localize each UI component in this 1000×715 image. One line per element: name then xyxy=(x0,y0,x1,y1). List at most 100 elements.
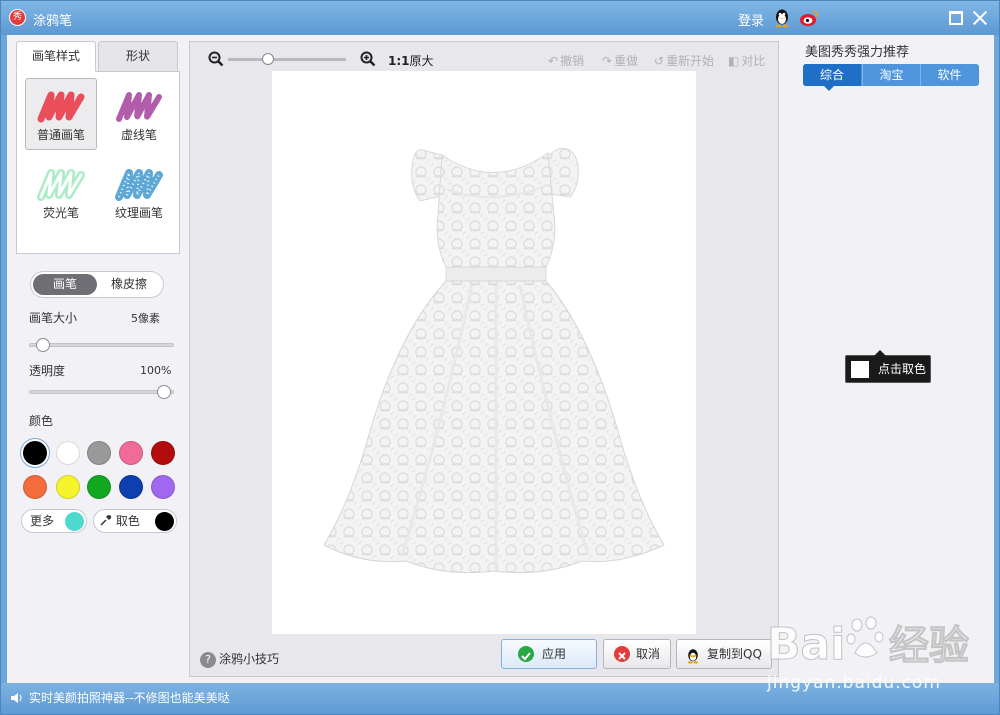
tab-general[interactable]: 综合 xyxy=(803,64,861,91)
brush-size-slider[interactable] xyxy=(29,338,174,352)
more-colors-label: 更多 xyxy=(30,514,55,528)
login-link[interactable]: 登录 xyxy=(738,10,764,29)
svg-text:Bai: Bai xyxy=(767,619,845,670)
pick-color-tooltip: 点击取色 xyxy=(845,350,931,383)
color-swatch-gray[interactable] xyxy=(87,441,111,465)
brush-size-value: 5像素 xyxy=(131,312,160,325)
dashed-brush-icon xyxy=(116,92,162,122)
apply-button[interactable]: 应用 xyxy=(501,639,597,669)
opacity-label: 透明度 xyxy=(29,364,66,378)
undo-icon: ↶ xyxy=(548,54,559,68)
color-swatch-purple[interactable] xyxy=(151,475,175,499)
compare-icon: ◧ xyxy=(728,54,740,68)
qq-icon xyxy=(685,646,701,664)
close-icon[interactable] xyxy=(973,11,987,25)
brush-dashed-label: 虚线笔 xyxy=(120,128,157,142)
qq-penguin-icon[interactable] xyxy=(773,8,791,28)
redo-label: 重做 xyxy=(614,54,639,68)
zoom-label: 原大 xyxy=(409,54,434,68)
tab-taobao[interactable]: 淘宝 xyxy=(862,64,920,86)
recommend-title: 美图秀秀强力推荐 xyxy=(805,45,910,60)
cancel-icon xyxy=(614,646,630,662)
compare-button[interactable]: ◧ 对比 xyxy=(728,52,765,69)
undo-label: 撤销 xyxy=(560,54,585,68)
brush-highlighter[interactable]: 荧光笔 xyxy=(25,156,97,228)
color-swatch-darkred[interactable] xyxy=(151,441,175,465)
eyedropper-content: 取色 xyxy=(100,510,140,532)
opacity-knob[interactable] xyxy=(157,385,171,399)
highlighter-brush-icon xyxy=(37,169,85,201)
doodle-tips-link[interactable]: ? 涂鸦小技巧 xyxy=(200,650,279,668)
recommend-tabs: 综合 淘宝 软件 xyxy=(803,64,979,91)
brush-texture-label: 纹理画笔 xyxy=(114,206,163,220)
redo-button[interactable]: ↷ 重做 xyxy=(602,52,638,69)
color-swatch-blue[interactable] xyxy=(119,475,143,499)
zoom-out-icon[interactable] xyxy=(208,51,224,67)
opacity-slider[interactable] xyxy=(29,385,174,399)
undo-button[interactable]: ↶ 撤销 xyxy=(548,52,584,69)
zoom-ratio: 1:1 xyxy=(388,54,410,68)
mode-eraser[interactable]: 橡皮擦 xyxy=(97,274,161,295)
brush-normal[interactable]: 普通画笔 xyxy=(25,78,97,150)
brush-texture[interactable]: 纹理画笔 xyxy=(103,156,175,228)
tab-software[interactable]: 软件 xyxy=(920,64,978,86)
lace-dress-image xyxy=(323,147,665,574)
color-swatch-pink[interactable] xyxy=(119,441,143,465)
pick-color-tooltip-label: 点击取色 xyxy=(878,362,927,376)
app-window: 秀 涂鸦笔 登录 画笔样式 形状 普通画笔 虚线笔 荧光笔 纹理画笔 画笔 橡皮… xyxy=(0,0,1000,715)
brush-list: 普通画笔 虚线笔 荧光笔 纹理画笔 xyxy=(16,71,180,254)
help-icon: ? xyxy=(200,652,216,668)
restart-button[interactable]: ↺ 重新开始 xyxy=(654,52,714,69)
tab-brush-style[interactable]: 画笔样式 xyxy=(16,41,96,72)
drawing-canvas[interactable] xyxy=(272,71,696,634)
picked-color-preview xyxy=(851,361,869,378)
copy-to-qq-button[interactable]: 复制到QQ xyxy=(676,639,772,669)
color-label: 颜色 xyxy=(29,414,54,428)
app-title: 涂鸦笔 xyxy=(33,14,73,29)
eyedropper-label: 取色 xyxy=(115,514,140,528)
compare-label: 对比 xyxy=(741,54,766,68)
canvas-panel: 1:1原大 ↶ 撤销 ↷ 重做 ↺ 重新开始 ◧ 对比 ? 涂鸦小技巧 应用 取… xyxy=(189,41,779,677)
color-swatch-yellow[interactable] xyxy=(56,475,80,499)
app-logo-icon: 秀 xyxy=(9,9,26,26)
check-icon xyxy=(518,646,534,662)
cancel-label: 取消 xyxy=(636,647,661,661)
zoom-knob[interactable] xyxy=(262,53,274,65)
more-colors-button[interactable]: 更多 xyxy=(21,509,87,533)
tips-label: 涂鸦小技巧 xyxy=(219,652,280,666)
restart-icon: ↺ xyxy=(654,54,665,68)
color-swatch-white[interactable] xyxy=(56,441,80,465)
picked-color-dot xyxy=(155,512,174,531)
maximize-icon[interactable] xyxy=(949,11,963,25)
brush-normal-label: 普通画笔 xyxy=(36,128,85,142)
baidu-logo-watermark: Bai 经验 xyxy=(767,616,970,671)
zoom-slider[interactable] xyxy=(228,53,346,65)
brush-eraser-toggle: 画笔 橡皮擦 xyxy=(30,271,164,298)
normal-brush-icon xyxy=(37,91,85,123)
recommend-panel: 美图秀秀强力推荐 综合 淘宝 软件 点击取色 xyxy=(779,35,994,683)
redo-icon: ↷ xyxy=(602,54,613,68)
eyedropper-icon xyxy=(100,515,112,526)
watermark-url: jingyan.baidu.com xyxy=(767,673,941,693)
cancel-button[interactable]: 取消 xyxy=(603,639,671,669)
color-swatch-black[interactable] xyxy=(23,441,47,465)
actual-size-button[interactable]: 1:1原大 xyxy=(388,52,434,69)
eyedropper-button[interactable]: 取色 xyxy=(93,509,177,533)
svg-text:经验: 经验 xyxy=(889,623,969,669)
opacity-value: 100% xyxy=(140,364,172,377)
tab-shape[interactable]: 形状 xyxy=(98,41,178,72)
restart-label: 重新开始 xyxy=(666,54,715,68)
color-swatch-orange[interactable] xyxy=(23,475,47,499)
brush-size-label: 画笔大小 xyxy=(29,311,78,325)
zoom-in-icon[interactable] xyxy=(360,51,376,67)
apply-label: 应用 xyxy=(542,647,567,661)
mode-brush[interactable]: 画笔 xyxy=(33,274,97,295)
brush-dashed[interactable]: 虚线笔 xyxy=(103,78,175,150)
brush-highlighter-label: 荧光笔 xyxy=(42,206,79,220)
texture-brush-icon xyxy=(115,169,163,201)
color-swatch-green[interactable] xyxy=(87,475,111,499)
copy-to-qq-label: 复制到QQ xyxy=(707,647,762,661)
status-promo-link[interactable]: 实时美颜拍照神器--不修图也能美美哒 xyxy=(29,689,230,706)
brush-size-knob[interactable] xyxy=(36,338,50,352)
weibo-icon[interactable] xyxy=(799,9,819,27)
